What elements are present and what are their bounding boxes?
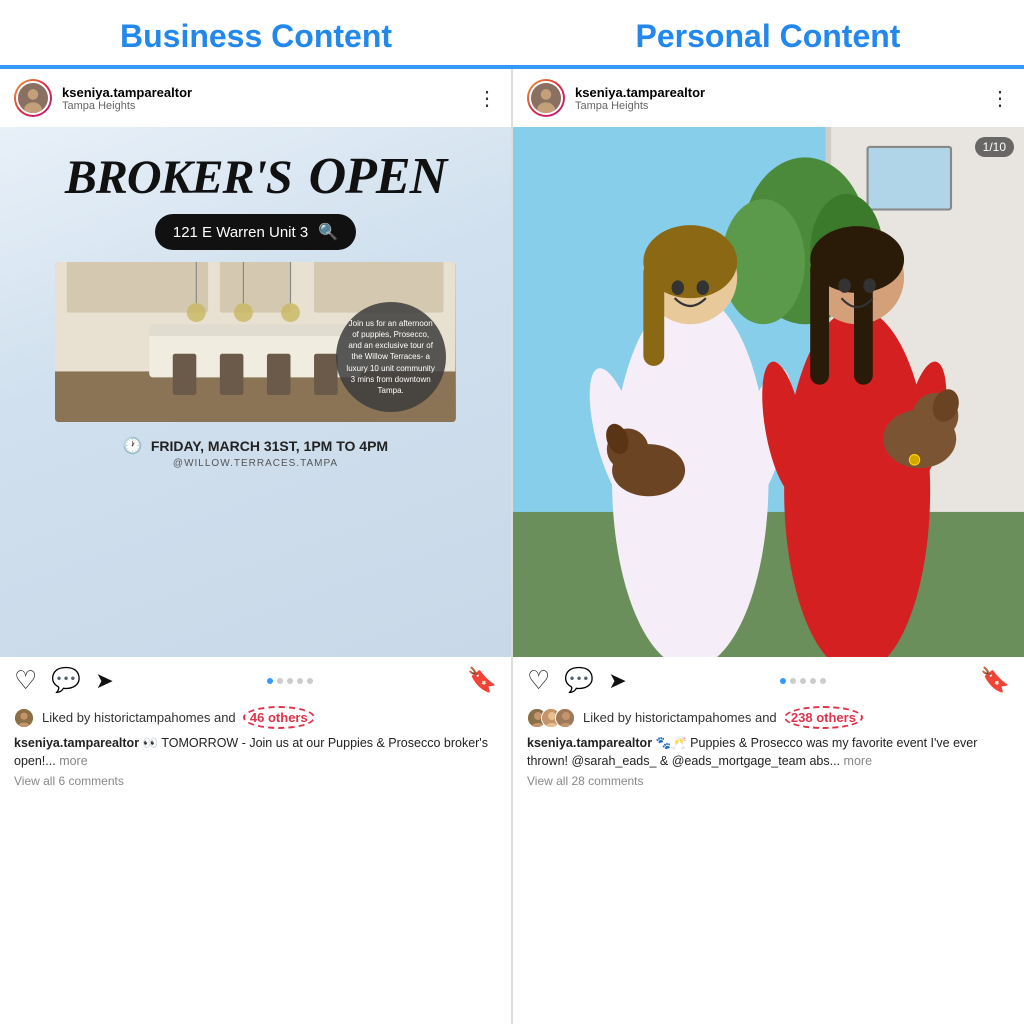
personal-likes-text: Liked by historictampahomes and 238 othe…	[583, 706, 863, 729]
personal-username: kseniya.tamparealtor	[575, 85, 980, 100]
personal-panel: kseniya.tamparealtor Tampa Heights ⋮	[513, 69, 1024, 1024]
bookmark-button[interactable]: 🔖	[467, 666, 497, 695]
personal-share-button[interactable]: ➤	[608, 668, 626, 694]
dots-indicator	[128, 678, 453, 684]
personal-post-actions: ♡ 💬 ➤ 🔖	[513, 657, 1024, 704]
personal-caption: kseniya.tamparealtor 🐾🥂 Puppies & Prosec…	[513, 733, 1024, 774]
business-likes-row: Liked by historictampahomes and 46 other…	[0, 704, 511, 733]
broker-open-graphic: BROKER'S OPEN 121 E Warren Unit 3 🔍	[0, 127, 511, 657]
main-content: kseniya.tamparealtor Tampa Heights ⋮ BRO…	[0, 67, 1024, 1024]
personal-post-info: kseniya.tamparealtor Tampa Heights	[575, 85, 980, 112]
caption-more[interactable]: more	[59, 754, 87, 768]
personal-likes-avatars	[527, 708, 569, 728]
business-caption: kseniya.tamparealtor 👀 TOMORROW - Join u…	[0, 733, 511, 774]
event-date: FRIDAY, MARCH 31ST, 1PM TO 4PM	[151, 438, 388, 454]
business-post-header: kseniya.tamparealtor Tampa Heights ⋮	[0, 69, 511, 127]
likes-count: 46 others	[243, 706, 315, 729]
address-text: 121 E Warren Unit 3	[173, 224, 308, 241]
event-overlay-circle: Join us for an afternoon of puppies, Pro…	[336, 302, 446, 412]
personal-bookmark-button[interactable]: 🔖	[980, 666, 1010, 695]
personal-content-title: Personal Content	[636, 18, 901, 55]
dot-5	[307, 678, 313, 684]
likes-avatars	[14, 708, 28, 728]
business-username: kseniya.tamparealtor	[62, 85, 467, 100]
business-post: kseniya.tamparealtor Tampa Heights ⋮ BRO…	[0, 69, 511, 1024]
personal-post-more[interactable]: ⋮	[990, 86, 1010, 111]
likes-prefix: Liked by historictampahomes and	[42, 710, 236, 725]
personal-dot-3	[800, 678, 806, 684]
comment-button[interactable]: 💬	[51, 666, 81, 695]
business-view-comments[interactable]: View all 6 comments	[0, 774, 511, 794]
business-post-image: BROKER'S OPEN 121 E Warren Unit 3 🔍	[0, 127, 511, 657]
personal-dot-5	[820, 678, 826, 684]
business-post-info: kseniya.tamparealtor Tampa Heights	[62, 85, 467, 112]
personal-like-avatar-3	[555, 708, 575, 728]
personal-location: Tampa Heights	[575, 100, 980, 112]
personal-post-image: 1/10	[513, 127, 1024, 657]
image-counter: 1/10	[975, 137, 1014, 157]
header-left: Business Content	[0, 18, 512, 55]
clock-icon: 🕐	[123, 436, 143, 456]
like-button[interactable]: ♡	[14, 665, 37, 696]
personal-dot-4	[810, 678, 816, 684]
personal-caption-emoji: 🐾🥂	[656, 736, 687, 750]
personal-post-header: kseniya.tamparealtor Tampa Heights ⋮	[513, 69, 1024, 127]
header: Business Content Personal Content	[0, 0, 1024, 67]
personal-comment-button[interactable]: 💬	[564, 666, 594, 695]
address-bar: 121 E Warren Unit 3 🔍	[155, 214, 356, 250]
business-avatar	[14, 79, 52, 117]
header-right: Personal Content	[512, 18, 1024, 55]
personal-view-comments[interactable]: View all 28 comments	[513, 774, 1024, 794]
business-post-more[interactable]: ⋮	[477, 86, 497, 111]
personal-dots-indicator	[641, 678, 966, 684]
personal-dot-2	[790, 678, 796, 684]
personal-like-button[interactable]: ♡	[527, 665, 550, 696]
personal-caption-username: kseniya.tamparealtor	[527, 736, 652, 750]
personal-likes-count: 238 others	[784, 706, 863, 729]
share-button[interactable]: ➤	[95, 668, 113, 694]
dot-4	[297, 678, 303, 684]
broker-title-1: BROKER'S	[65, 151, 292, 204]
business-avatar-inner	[16, 81, 50, 115]
personal-photo: 1/10	[513, 127, 1024, 657]
dot-2	[277, 678, 283, 684]
dot-3	[287, 678, 293, 684]
personal-caption-more[interactable]: more	[844, 754, 872, 768]
personal-likes-prefix: Liked by historictampahomes and	[583, 710, 777, 725]
personal-avatar-inner	[529, 81, 563, 115]
business-post-actions: ♡ 💬 ➤ 🔖	[0, 657, 511, 704]
dot-1	[267, 678, 273, 684]
event-handle: @WILLOW.TERRACES.TAMPA	[173, 458, 338, 469]
event-info: 🕐 FRIDAY, MARCH 31ST, 1PM TO 4PM	[123, 436, 388, 456]
personal-post: kseniya.tamparealtor Tampa Heights ⋮	[513, 69, 1024, 1024]
business-panel: kseniya.tamparealtor Tampa Heights ⋮ BRO…	[0, 69, 512, 1024]
caption-username: kseniya.tamparealtor	[14, 736, 139, 750]
broker-title: BROKER'S OPEN	[65, 147, 446, 206]
caption-emoji: 👀	[143, 736, 159, 750]
personal-avatar	[527, 79, 565, 117]
business-content-title: Business Content	[120, 18, 392, 55]
page-container: Business Content Personal Content	[0, 0, 1024, 1024]
personal-dot-1	[780, 678, 786, 684]
search-icon: 🔍	[318, 222, 338, 242]
business-location: Tampa Heights	[62, 100, 467, 112]
likes-text: Liked by historictampahomes and 46 other…	[42, 706, 315, 729]
like-avatar-1	[14, 708, 34, 728]
overlay-text: Join us for an afternoon of puppies, Pro…	[346, 318, 436, 396]
interior-photo: Join us for an afternoon of puppies, Pro…	[55, 262, 455, 422]
personal-likes-row: Liked by historictampahomes and 238 othe…	[513, 704, 1024, 733]
broker-title-2: OPEN	[309, 148, 447, 205]
